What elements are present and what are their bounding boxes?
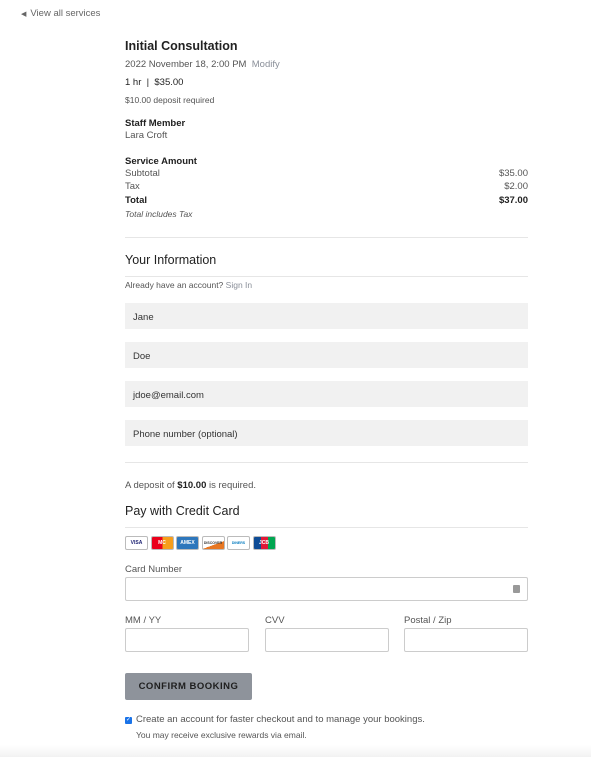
first-name-input[interactable]: Jane bbox=[125, 303, 528, 329]
amount-heading: Service Amount bbox=[125, 156, 197, 167]
tax-value: $2.00 bbox=[504, 181, 528, 192]
total-label: Total bbox=[125, 195, 147, 206]
divider bbox=[125, 237, 528, 238]
last-name-input[interactable]: Doe bbox=[125, 342, 528, 368]
payment-heading: Pay with Credit Card bbox=[125, 504, 240, 518]
deposit-note: $10.00 deposit required bbox=[125, 95, 215, 105]
card-logos: VISA MC AMEX DISCOVER DINERS JCB bbox=[125, 536, 278, 554]
deposit-prefix: A deposit of bbox=[125, 480, 175, 491]
cvv-label: CVV bbox=[265, 615, 285, 626]
staff-heading: Staff Member bbox=[125, 118, 186, 129]
postal-label: Postal / Zip bbox=[404, 615, 452, 626]
back-label: View all services bbox=[30, 8, 101, 19]
modify-link[interactable]: Modify bbox=[252, 59, 280, 70]
subtotal-label: Subtotal bbox=[125, 168, 160, 179]
sign-in-link[interactable]: Sign In bbox=[226, 280, 252, 290]
account-prompt-text: Already have an account? bbox=[125, 280, 224, 290]
subtotal-value: $35.00 bbox=[498, 168, 528, 179]
mastercard-icon: MC bbox=[150, 536, 174, 550]
service-datetime: 2022 November 18, 2:00 PM Modify bbox=[125, 59, 280, 70]
account-prompt: Already have an account? Sign In bbox=[125, 280, 252, 290]
visa-icon: VISA bbox=[125, 536, 148, 550]
amex-icon: AMEX bbox=[176, 536, 199, 550]
tax-label: Tax bbox=[125, 181, 140, 192]
diners-icon: DINERS bbox=[227, 536, 250, 550]
deposit-required: A deposit of $10.00 is required. bbox=[125, 480, 256, 491]
lock-icon bbox=[513, 585, 520, 593]
info-heading: Your Information bbox=[125, 253, 217, 267]
divider bbox=[125, 527, 528, 528]
service-title: Initial Consultation bbox=[125, 39, 238, 53]
create-account-checkbox[interactable]: ✓ bbox=[125, 717, 132, 724]
expiry-input[interactable] bbox=[125, 628, 249, 652]
divider bbox=[125, 462, 528, 463]
create-account-label: Create an account for faster checkout an… bbox=[136, 714, 425, 725]
staff-name: Lara Croft bbox=[125, 130, 168, 141]
duration-price: 1 hr | $35.00 bbox=[125, 77, 184, 88]
footer-band bbox=[0, 745, 591, 757]
deposit-suffix: is required. bbox=[209, 480, 256, 491]
rewards-note: You may receive exclusive rewards via em… bbox=[136, 730, 307, 740]
jcb-icon: JCB bbox=[252, 536, 276, 550]
caret-left-icon: ◀ bbox=[21, 11, 27, 18]
card-number-input[interactable] bbox=[125, 577, 528, 601]
confirm-booking-button[interactable]: CONFIRM BOOKING bbox=[125, 673, 252, 700]
back-link[interactable]: ◀ View all services bbox=[21, 8, 100, 19]
total-note: Total includes Tax bbox=[125, 209, 193, 219]
expiry-label: MM / YY bbox=[125, 615, 162, 626]
deposit-amount: $10.00 bbox=[177, 480, 207, 491]
discover-icon: DISCOVER bbox=[201, 536, 225, 550]
email-input[interactable]: jdoe@email.com bbox=[125, 381, 528, 407]
postal-input[interactable] bbox=[404, 628, 528, 652]
total-value: $37.00 bbox=[498, 195, 528, 206]
card-number-label: Card Number bbox=[125, 564, 183, 575]
phone-input[interactable]: Phone number (optional) bbox=[125, 420, 528, 446]
cvv-input[interactable] bbox=[265, 628, 389, 652]
divider bbox=[125, 276, 528, 277]
datetime-text: 2022 November 18, 2:00 PM bbox=[125, 59, 247, 70]
